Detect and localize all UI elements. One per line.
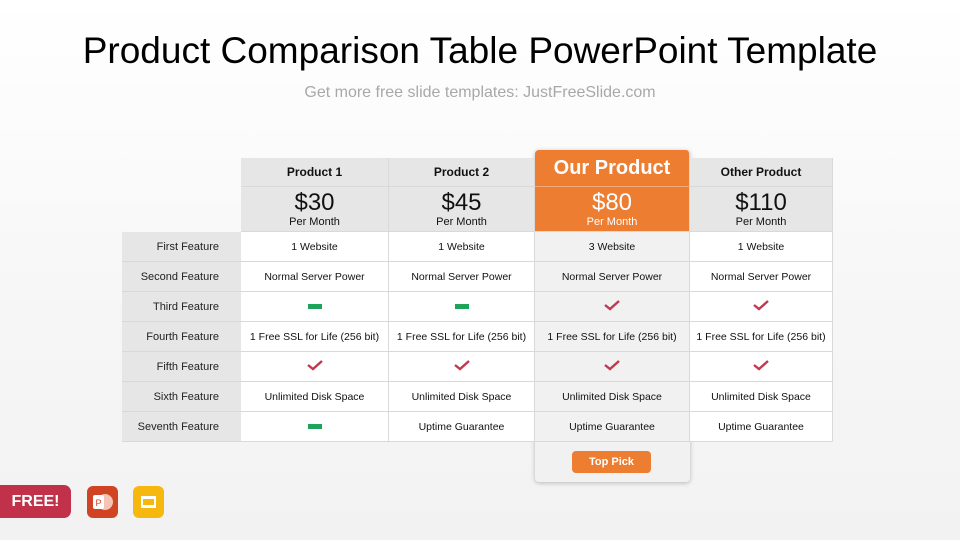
price: $45: [441, 188, 482, 216]
table-cell: [535, 352, 690, 382]
cell-text: Normal Server Power: [561, 270, 663, 283]
price-period: Per Month: [735, 215, 787, 228]
cell-text: Normal Server Power: [411, 270, 512, 283]
table-cell: [241, 352, 389, 382]
price-period: Per Month: [586, 215, 638, 228]
feature-label: Second Feature: [122, 262, 241, 292]
feature-label: Sixth Feature: [122, 382, 241, 412]
table-cell: 1 Free SSL for Life (256 bit): [690, 322, 833, 352]
cell-text: 1 Free SSL for Life (256 bit): [396, 330, 527, 343]
feature-label-text: Fourth Feature: [146, 330, 219, 343]
table-cell: [241, 292, 389, 322]
table-cell: Uptime Guarantee: [535, 412, 690, 442]
price-period: Per Month: [436, 215, 487, 228]
cell-text: 1 Website: [291, 240, 338, 253]
check-icon: [753, 299, 769, 314]
google-slides-icon: [133, 486, 164, 518]
table-cell: Normal Server Power: [389, 262, 535, 292]
product-header: Our Product: [535, 150, 690, 187]
table-cell: Unlimited Disk Space: [690, 382, 833, 412]
table-cell: [690, 292, 833, 322]
table-cell: Uptime Guarantee: [389, 412, 535, 442]
check-icon: [753, 359, 769, 374]
cell-text: Unlimited Disk Space: [711, 390, 811, 403]
product-header: Product 2: [389, 158, 535, 187]
check-icon: [453, 359, 470, 374]
table-cell: 3 Website: [535, 232, 690, 262]
feature-label-text: Third Feature: [152, 300, 219, 313]
feature-label-text: First Feature: [156, 240, 219, 253]
cell-text: Uptime Guarantee: [569, 420, 655, 433]
price: $80: [591, 188, 633, 216]
feature-label-text: Seventh Feature: [137, 420, 219, 433]
feature-label-text: Second Feature: [140, 270, 219, 283]
product-header: Product 1: [241, 158, 389, 187]
price-cell: $30 Per Month: [241, 187, 389, 232]
table-cell: Normal Server Power: [690, 262, 833, 292]
product-name: Product 1: [286, 165, 343, 179]
product-name: Our Product: [553, 156, 671, 179]
product-name: Other Product: [720, 165, 802, 179]
cell-text: 1 Free SSL for Life (256 bit): [696, 330, 826, 343]
dash-icon: [307, 304, 322, 309]
cell-text: Unlimited Disk Space: [411, 390, 512, 403]
cell-text: Uptime Guarantee: [418, 420, 505, 433]
table-cell: 1 Free SSL for Life (256 bit): [389, 322, 535, 352]
price-cell: $80 Per Month: [535, 187, 690, 232]
cell-text: 3 Website: [588, 240, 636, 253]
subtitle: Get more free slide templates: JustFreeS…: [304, 84, 656, 101]
table-cell: Normal Server Power: [535, 262, 690, 292]
feature-label-text: Fifth Feature: [156, 360, 219, 373]
price-cell: $45 Per Month: [389, 187, 535, 232]
check-icon: [306, 359, 323, 374]
feature-label: Third Feature: [122, 292, 241, 322]
price: $110: [735, 188, 787, 216]
table-cell: Unlimited Disk Space: [241, 382, 389, 412]
cell-text: Normal Server Power: [264, 270, 365, 283]
feature-label: First Feature: [122, 232, 241, 262]
table-cell: 1 Website: [389, 232, 535, 262]
table-cell: 1 Free SSL for Life (256 bit): [535, 322, 690, 352]
table-cell: 1 Website: [241, 232, 389, 262]
cell-text: 1 Website: [438, 240, 485, 253]
top-pick-button[interactable]: Top Pick: [572, 451, 651, 473]
cell-text: 1 Free SSL for Life (256 bit): [249, 330, 380, 343]
svg-text:P: P: [96, 498, 102, 508]
dash-icon: [307, 424, 322, 429]
cell-text: Uptime Guarantee: [718, 420, 804, 433]
table-cell: Normal Server Power: [241, 262, 389, 292]
table-cell: [241, 412, 389, 442]
cell-text: 1 Website: [737, 240, 785, 253]
dash-icon: [454, 304, 469, 309]
price-cell: $110 Per Month: [690, 187, 833, 232]
product-header: Other Product: [690, 158, 833, 187]
free-badge: FREE!: [0, 485, 71, 518]
check-icon: [604, 359, 620, 374]
feature-label: Fourth Feature: [122, 322, 241, 352]
check-icon: [604, 299, 620, 314]
product-name: Product 2: [433, 165, 490, 179]
table-cell: Unlimited Disk Space: [389, 382, 535, 412]
powerpoint-icon: P: [87, 486, 118, 518]
table-cell: 1 Website: [690, 232, 833, 262]
cell-text: Normal Server Power: [710, 270, 812, 283]
table-cell: [389, 352, 535, 382]
table-cell: [389, 292, 535, 322]
cell-text: Unlimited Disk Space: [264, 390, 365, 403]
feature-label: Fifth Feature: [122, 352, 241, 382]
table-cell: Unlimited Disk Space: [535, 382, 690, 412]
feature-label-text: Sixth Feature: [153, 390, 219, 403]
price: $30: [294, 188, 335, 216]
price-period: Per Month: [289, 215, 340, 228]
cell-text: Unlimited Disk Space: [562, 390, 662, 403]
feature-label: Seventh Feature: [122, 412, 241, 442]
table-cell: [535, 292, 690, 322]
page-title: Product Comparison Table PowerPoint Temp…: [82, 30, 878, 71]
cell-text: 1 Free SSL for Life (256 bit): [547, 330, 677, 343]
table-cell: 1 Free SSL for Life (256 bit): [241, 322, 389, 352]
table-cell: [690, 352, 833, 382]
table-cell: Uptime Guarantee: [690, 412, 833, 442]
